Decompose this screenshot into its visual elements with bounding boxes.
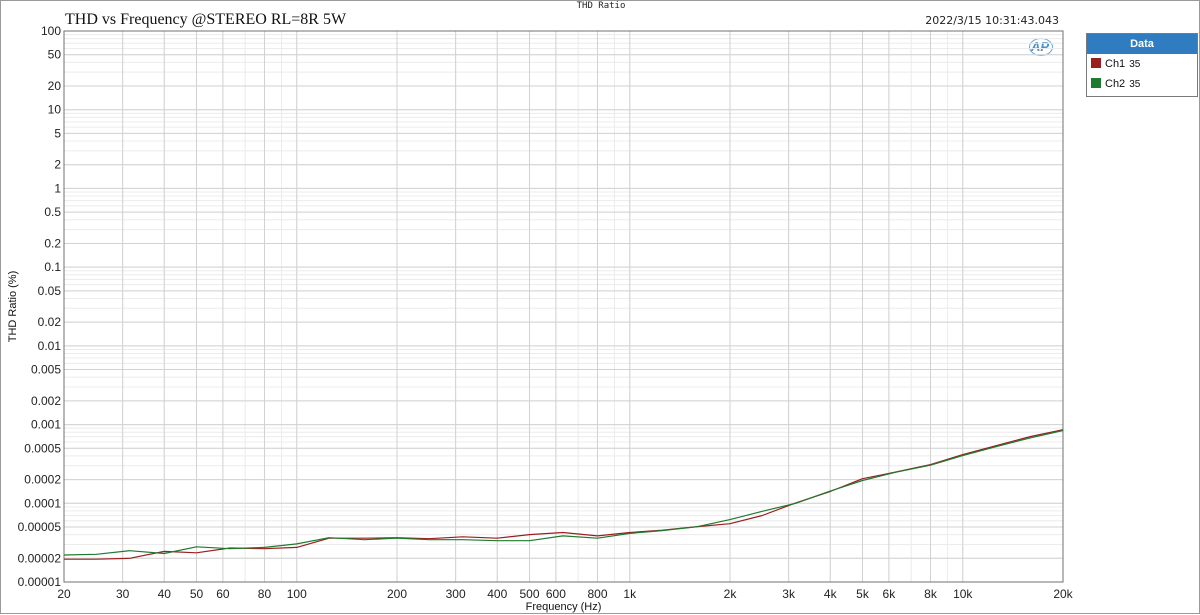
plot-area: 100 50 20 10 5 2 1 0.5 0.2 0.1 0.05 0.02 0.01 0.005 0.… — [7, 24, 1074, 613]
legend-panel: Data Ch1 35 Ch2 35 — [1086, 33, 1198, 97]
y-tick-label: 5 — [54, 126, 61, 140]
y-tick-label: 0.5 — [44, 205, 61, 219]
y-tick-label: 0.0002 — [24, 473, 61, 487]
x-tick-label: 200 — [387, 587, 407, 601]
y-tick-label: 50 — [48, 48, 62, 62]
x-tick-label: 800 — [587, 587, 607, 601]
series-layer — [63, 429, 1064, 560]
x-tick-label: 20k — [1053, 587, 1073, 601]
y-tick-label: 0.00002 — [18, 551, 62, 565]
y-tick-label: 0.002 — [31, 394, 61, 408]
x-tick-label: 3k — [782, 587, 796, 601]
x-tick-label: 60 — [216, 587, 230, 601]
x-tick-label: 80 — [258, 587, 272, 601]
y-tick-label: 0.00005 — [18, 520, 62, 534]
y-tick-label: 2 — [54, 158, 61, 172]
x-tick-label: 500 — [519, 587, 539, 601]
legend-item-ch2[interactable]: Ch2 35 — [1087, 74, 1197, 94]
y-tick-label: 1 — [54, 181, 61, 195]
legend-label-ch1: Ch1 — [1105, 58, 1126, 70]
y-tick-label: 100 — [41, 24, 61, 38]
x-axis-label: Frequency (Hz) — [526, 601, 602, 613]
y-tick-label: 20 — [48, 79, 62, 93]
x-tick-label: 30 — [116, 587, 130, 601]
x-tick-labels: 20 30 40 50 60 80 100 200 300 400 500 600 800 1k 2k 3k 4… — [57, 587, 1073, 601]
y-tick-label: 0.02 — [38, 315, 62, 329]
x-tick-label: 600 — [546, 587, 566, 601]
x-tick-label: 20 — [57, 587, 71, 601]
series-line-ch2 — [63, 429, 1064, 556]
x-tick-label: 100 — [287, 587, 307, 601]
chart-window: THD Ratio THD vs Frequency @STEREO RL=8R… — [0, 0, 1200, 614]
x-tick-label: 40 — [158, 587, 172, 601]
legend-label-ch2: Ch2 — [1105, 78, 1126, 90]
grid-minor — [63, 31, 1064, 583]
legend-swatch-ch1 — [1091, 58, 1101, 68]
legend-count-ch2: 35 — [1129, 79, 1141, 90]
legend-item-ch1[interactable]: Ch1 35 — [1087, 54, 1197, 74]
x-tick-label: 1k — [623, 587, 637, 601]
legend-swatch-ch2 — [1091, 78, 1101, 88]
legend-count-ch1: 35 — [1129, 59, 1141, 70]
x-tick-label: 400 — [487, 587, 507, 601]
y-tick-label: 0.00001 — [18, 575, 62, 589]
y-tick-label: 0.005 — [31, 363, 61, 377]
y-tick-label: 0.01 — [38, 339, 62, 353]
y-tick-label: 0.2 — [44, 236, 61, 250]
y-tick-label: 0.1 — [44, 260, 61, 274]
y-tick-label: 0.0005 — [24, 441, 61, 455]
y-tick-label: 0.0001 — [24, 496, 61, 510]
y-axis-label: THD Ratio (%) — [7, 271, 19, 343]
y-tick-label: 0.05 — [38, 284, 62, 298]
x-tick-label: 5k — [856, 587, 870, 601]
x-tick-label: 6k — [883, 587, 897, 601]
legend-header: Data — [1087, 34, 1197, 54]
x-tick-label: 10k — [953, 587, 973, 601]
y-tick-label: 0.001 — [31, 418, 61, 432]
series-line-ch1 — [64, 429, 1064, 560]
x-tick-label: 300 — [446, 587, 466, 601]
y-tick-labels: 100 50 20 10 5 2 1 0.5 0.2 0.1 0.05 0.02 0.01 0.005 0.… — [18, 24, 62, 589]
x-tick-label: 4k — [824, 587, 838, 601]
x-tick-label: 50 — [190, 587, 204, 601]
x-tick-label: 8k — [924, 587, 938, 601]
y-tick-label: 10 — [48, 103, 62, 117]
x-tick-label: 2k — [724, 587, 738, 601]
